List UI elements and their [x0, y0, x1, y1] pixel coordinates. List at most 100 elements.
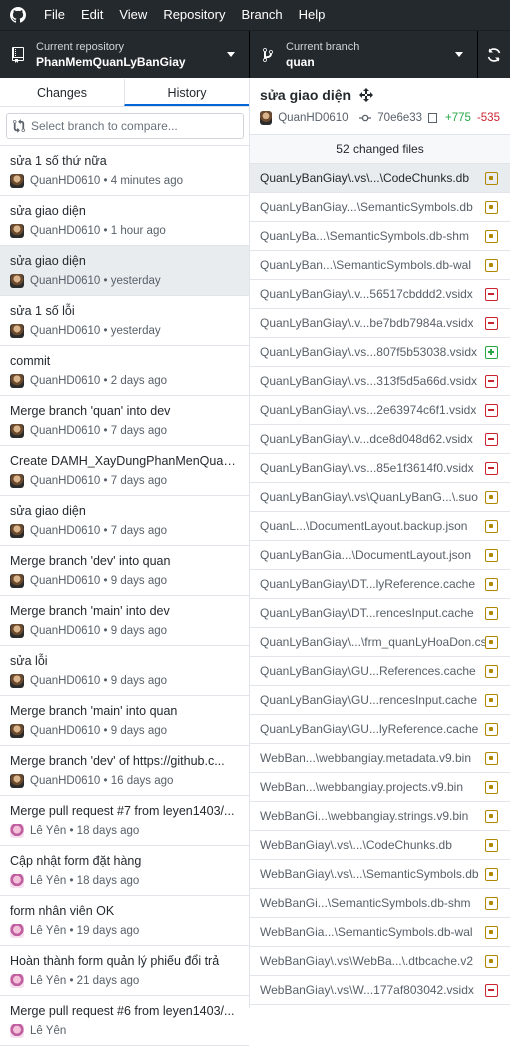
commit-list-item[interactable]: sửa giao diện QuanHD0610 • yesterday: [0, 246, 249, 296]
commit-item-time: 4 minutes ago: [110, 175, 183, 187]
commit-list-item[interactable]: sửa lỗi QuanHD0610 • 9 days ago: [0, 646, 249, 696]
changed-file-item[interactable]: WebBanGiay\.vs\...\SemanticSymbols.db: [250, 860, 510, 889]
changed-file-item[interactable]: WebBan...\webbangiay.metadata.v9.bin: [250, 744, 510, 773]
file-modified-icon: [485, 954, 498, 968]
file-path: QuanLyBanGiay...\SemanticSymbols.db: [260, 200, 473, 214]
menu-help[interactable]: Help: [291, 0, 334, 30]
commit-list-item[interactable]: Cập nhật form đặt hàng Lê Yên • 18 days a…: [0, 846, 249, 896]
changed-file-item[interactable]: QuanLyBa...\SemanticSymbols.db-shm: [250, 222, 510, 251]
commit-list-item[interactable]: Hoàn thành form quản lý phiếu đổi trả Lê …: [0, 946, 249, 996]
changed-file-item[interactable]: QuanLyBanGiay\GU...References.cache: [250, 657, 510, 686]
commit-list-item[interactable]: Merge branch 'dev' of https://github.c..…: [0, 746, 249, 796]
changed-file-item[interactable]: QuanL...\DocumentLayout.backup.json: [250, 512, 510, 541]
file-modified-icon: [485, 606, 498, 620]
changed-file-item[interactable]: WebBanGi...\SemanticSymbols.db-shm: [250, 889, 510, 918]
current-branch-button[interactable]: Current branch quan: [250, 31, 478, 78]
changed-file-item[interactable]: QuanLyBan...\SemanticSymbols.db-wal: [250, 251, 510, 280]
tab-history[interactable]: History: [124, 79, 249, 106]
commit-item-author: Lê Yên: [30, 825, 67, 837]
commit-list-item[interactable]: commit QuanHD0610 • 2 days ago: [0, 346, 249, 396]
commit-list-item[interactable]: Merge branch 'dev' into quan QuanHD0610 •…: [0, 546, 249, 596]
changed-file-item[interactable]: QuanLyBanGiay\.vs\...\CodeChunks.db: [250, 164, 510, 193]
commit-list-item[interactable]: Merge pull request #7 from leyen1403/...…: [0, 796, 249, 846]
file-path: WebBanGiay\.vs\WebBa...\.dtbcache.v2: [260, 954, 473, 968]
file-path: WebBanGiay\.vs\...\CodeChunks.db: [260, 838, 452, 852]
changed-file-item[interactable]: WebBanGi...\webbangiay.strings.v9.bin: [250, 802, 510, 831]
commit-list-item[interactable]: sửa 1 số thứ nữa QuanHD0610 • 4 minutes a…: [0, 146, 249, 196]
menu-repository[interactable]: Repository: [155, 0, 233, 30]
file-path: QuanLyBanGiay\DT...lyReference.cache: [260, 577, 475, 591]
changed-file-item[interactable]: QuanLyBanGiay\.v...dce8d048d62.vsidx: [250, 425, 510, 454]
commit-item-author: QuanHD0610: [30, 725, 101, 737]
changed-file-item[interactable]: QuanLyBanGiay\.vs...807f5b53038.vsidx: [250, 338, 510, 367]
fetch-origin-button[interactable]: [478, 31, 510, 78]
file-path: WebBanGiay\.vs\W...177af803042.vsidx: [260, 983, 474, 997]
changed-file-item[interactable]: QuanLyBanGiay\.vs...85e1f3614f0.vsidx: [250, 454, 510, 483]
copy-icon[interactable]: [428, 113, 438, 123]
commit-list-item[interactable]: sửa 1 số lỗi QuanHD0610 • yesterday: [0, 296, 249, 346]
commit-item-meta: Lê Yên •: [10, 1024, 239, 1038]
current-repository-value: PhanMemQuanLyBanGiay: [36, 54, 186, 69]
file-modified-icon: [485, 751, 498, 765]
changed-file-item[interactable]: QuanLyBanGiay\.v...56517cbddd2.vsidx: [250, 280, 510, 309]
file-modified-icon: [485, 577, 498, 591]
file-path: QuanLyBanGia...\DocumentLayout.json: [260, 548, 472, 562]
commit-list-item[interactable]: Merge branch 'quan' into dev QuanHD0610 •…: [0, 396, 249, 446]
commit-item-title: Merge branch 'dev' of https://github.c..…: [10, 754, 225, 768]
changed-file-item[interactable]: WebBan...\webbangiay.projects.v9.bin: [250, 773, 510, 802]
compare-branch-input[interactable]: Select branch to compare...: [6, 113, 244, 139]
file-path: QuanLyBanGiay\.vs...2e63974c6f1.vsidx: [260, 403, 477, 417]
avatar: [10, 874, 24, 888]
changed-file-item[interactable]: QuanLyBanGiay\GU...lyReference.cache: [250, 715, 510, 744]
commit-list-item[interactable]: sửa giao diện QuanHD0610 • 7 days ago: [0, 496, 249, 546]
tab-changes[interactable]: Changes: [0, 79, 124, 106]
file-deleted-icon: [485, 403, 498, 417]
commit-author: QuanHD0610: [278, 112, 349, 124]
commit-item-meta: QuanHD0610 • 7 days ago: [10, 424, 239, 438]
changed-file-item[interactable]: QuanLyBanGiay\.vs...2e63974c6f1.vsidx: [250, 396, 510, 425]
commit-item-time: 18 days ago: [76, 875, 140, 887]
changed-file-item[interactable]: QuanLyBanGiay\.vs...313f5d5a66d.vsidx: [250, 367, 510, 396]
changed-file-item[interactable]: WebBanGiay\.vs\...\CodeChunks.db: [250, 831, 510, 860]
menu-bar: File Edit View Repository Branch Help: [0, 0, 510, 30]
menu-branch[interactable]: Branch: [233, 0, 290, 30]
commit-item-title: sửa 1 số thứ nữa: [10, 154, 107, 168]
commit-item-separator: •: [100, 375, 111, 387]
expand-icon[interactable]: [359, 88, 374, 102]
changed-file-item[interactable]: QuanLyBanGiay\DT...rencesInput.cache: [250, 599, 510, 628]
commit-list-item[interactable]: form nhân viên OK Lê Yên • 19 days ago: [0, 896, 249, 946]
commit-item-author: QuanHD0610: [30, 775, 101, 787]
changed-file-item[interactable]: QuanLyBanGiay\DT...lyReference.cache: [250, 570, 510, 599]
file-path: QuanLyBa...\SemanticSymbols.db-shm: [260, 229, 469, 243]
avatar: [10, 824, 24, 838]
changed-file-item[interactable]: QuanLyBanGiay\GU...rencesInput.cache: [250, 686, 510, 715]
changed-file-item[interactable]: QuanLyBanGiay\...\frm_quanLyHoaDon.cs: [250, 628, 510, 657]
changed-file-item[interactable]: WebBanGia...\SemanticSymbols.db-wal: [250, 918, 510, 947]
file-modified-icon: [485, 548, 498, 562]
changed-file-item[interactable]: QuanLyBanGiay\.v...be7bdb7984a.vsidx: [250, 309, 510, 338]
changed-file-item[interactable]: WebBanGiay\.vs\WebBa...\.dtbcache.v2: [250, 947, 510, 976]
commit-list-item[interactable]: sửa giao diện QuanHD0610 • 1 hour ago: [0, 196, 249, 246]
current-repository-button[interactable]: Current repository PhanMemQuanLyBanGiay: [0, 31, 250, 78]
commit-item-time: 9 days ago: [110, 675, 168, 687]
avatar: [10, 524, 24, 538]
changed-file-item[interactable]: QuanLyBanGia...\DocumentLayout.json: [250, 541, 510, 570]
current-repository-label: Current repository: [36, 40, 125, 53]
commit-list-item[interactable]: Merge pull request #6 from leyen1403/...…: [0, 996, 249, 1046]
file-modified-icon: [485, 200, 498, 214]
changed-file-item[interactable]: QuanLyBanGiay\.vs\QuanLyBanG...\.suo: [250, 483, 510, 512]
file-modified-icon: [485, 664, 498, 678]
changed-file-item[interactable]: WebBanGiay\.vs\W...177af803042.vsidx: [250, 976, 510, 1005]
file-deleted-icon: [485, 461, 498, 475]
menu-file[interactable]: File: [36, 0, 73, 30]
commit-list-item[interactable]: Merge branch 'main' into quan QuanHD0610 …: [0, 696, 249, 746]
commit-item-time: 1 hour ago: [110, 225, 166, 237]
menu-edit[interactable]: Edit: [73, 0, 111, 30]
commit-list-item[interactable]: Create DAMH_XayDungPhanMenQuan... QuanHD0…: [0, 446, 249, 496]
changed-file-item[interactable]: QuanLyBanGiay...\SemanticSymbols.db: [250, 193, 510, 222]
commit-item-author: QuanHD0610: [30, 475, 101, 487]
commit-list-item[interactable]: Merge branch 'main' into dev QuanHD0610 •…: [0, 596, 249, 646]
commit-item-separator: •: [100, 325, 111, 337]
menu-view[interactable]: View: [111, 0, 155, 30]
commit-item-time: 2 days ago: [110, 375, 168, 387]
